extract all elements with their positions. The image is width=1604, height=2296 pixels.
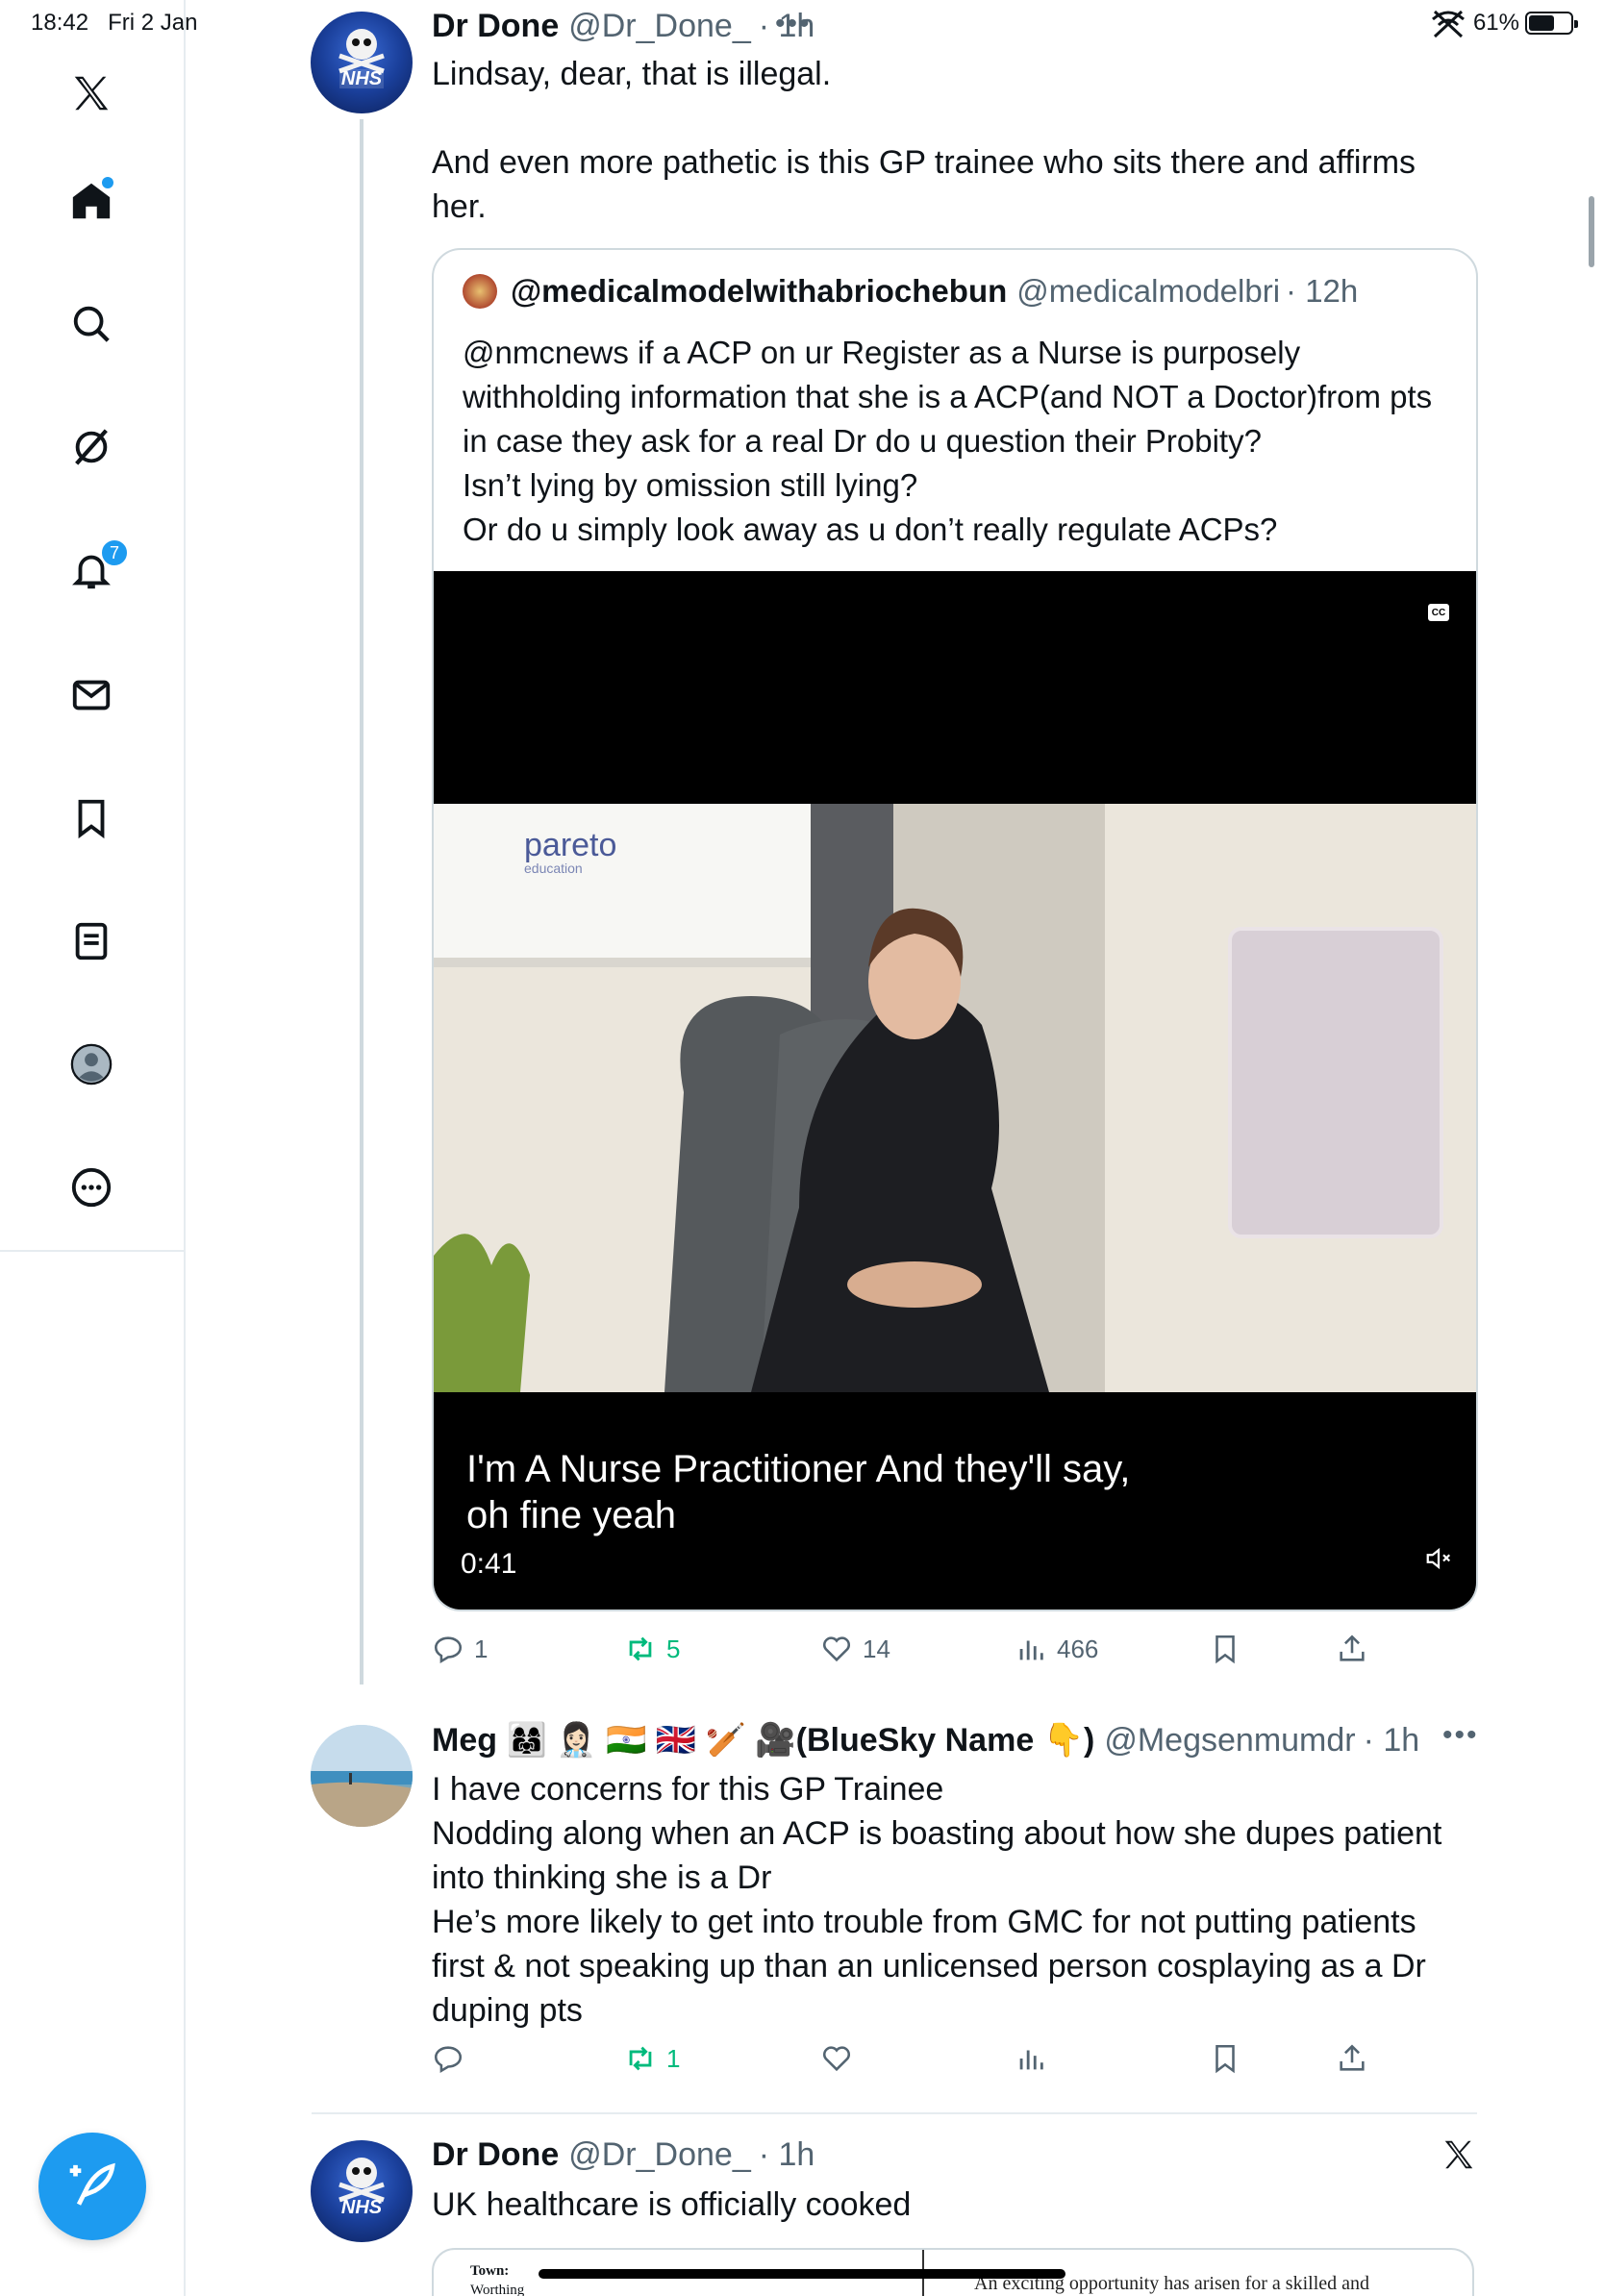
battery-icon bbox=[1525, 12, 1578, 35]
thread-connector-line bbox=[360, 119, 363, 1685]
tweet-header: Dr Done @Dr_Done_ · 1h bbox=[432, 8, 815, 45]
svg-text:NHS: NHS bbox=[341, 2197, 383, 2218]
reply-button[interactable] bbox=[432, 2042, 464, 2075]
bookmark-button[interactable] bbox=[1209, 2042, 1241, 2075]
avatar[interactable] bbox=[311, 1725, 413, 1827]
post-time[interactable]: · 1h bbox=[759, 2136, 815, 2174]
home-indicator[interactable] bbox=[539, 2269, 1065, 2279]
bookmark-button[interactable] bbox=[1209, 1633, 1241, 1665]
tweet-body: I have concerns for this GP Trainee Nodd… bbox=[432, 1771, 1442, 2029]
reply-button[interactable]: 1 bbox=[432, 1633, 488, 1665]
like-button[interactable] bbox=[820, 2042, 853, 2075]
author-name[interactable]: Dr Done bbox=[432, 8, 559, 45]
repost-icon bbox=[629, 2046, 652, 2071]
battery-fill bbox=[1529, 15, 1554, 31]
x-logo-icon[interactable] bbox=[63, 65, 119, 121]
post-time[interactable]: · 1h bbox=[1364, 1722, 1420, 1759]
share-button[interactable] bbox=[1336, 2042, 1368, 2075]
avatar[interactable]: NHS bbox=[311, 2140, 413, 2242]
repost-button[interactable]: 1 bbox=[624, 2042, 680, 2075]
sidebar-divider bbox=[0, 1250, 186, 1252]
author-name[interactable]: Meg 👩‍👩‍👧 👩🏻‍⚕️ 🇮🇳 🇬🇧 🏏 🎥(BlueSky Name 👇… bbox=[432, 1721, 1094, 1759]
tweet-header: Dr Done @Dr_Done_ · 1h bbox=[432, 2136, 815, 2174]
author-handle[interactable]: @Dr_Done_ bbox=[568, 2136, 751, 2174]
like-button[interactable]: 14 bbox=[820, 1633, 890, 1665]
beach-avatar-image bbox=[311, 1725, 413, 1827]
more-options-icon[interactable]: ••• bbox=[775, 8, 812, 40]
author-handle[interactable]: @Dr_Done_ bbox=[568, 8, 751, 45]
quote-author-name: @medicalmodelwithabriochebun bbox=[511, 273, 1008, 309]
heart-icon bbox=[822, 2046, 851, 2072]
views-button[interactable]: 466 bbox=[1015, 1633, 1098, 1665]
share-button[interactable] bbox=[1336, 1633, 1368, 1665]
repost-icon bbox=[629, 1636, 652, 1661]
more-options-icon[interactable]: ••• bbox=[1442, 1719, 1479, 1752]
video-frame: pareto education bbox=[434, 804, 1476, 1392]
views-chart-icon bbox=[1019, 1640, 1043, 1660]
quote-body: @nmcnews if a ACP on ur Register as a Nu… bbox=[463, 335, 1433, 547]
quote-author-handle: @medicalmodelbri bbox=[1016, 273, 1281, 309]
closed-captions-button[interactable]: CC bbox=[1428, 604, 1449, 621]
views-chart-icon bbox=[1019, 2050, 1043, 2070]
reply-icon bbox=[434, 1636, 463, 1664]
quote-time: · 12h bbox=[1286, 273, 1359, 309]
tweet-body: Lindsay, dear, that is illegal. And even… bbox=[432, 56, 1416, 225]
share-icon bbox=[1340, 2044, 1365, 2071]
messages-icon[interactable] bbox=[63, 667, 119, 723]
x-logo-icon bbox=[1441, 2136, 1477, 2178]
mute-toggle[interactable] bbox=[1424, 1544, 1453, 1578]
tweet-header: Meg 👩‍👩‍👧 👩🏻‍⚕️ 🇮🇳 🇬🇧 🏏 🎥(BlueSky Name 👇… bbox=[432, 1721, 1419, 1759]
tweet-body: UK healthcare is officially cooked bbox=[432, 2186, 912, 2223]
battery-percent: 61% bbox=[1472, 10, 1519, 36]
sidebar: 7 bbox=[0, 0, 186, 2296]
svg-text:NHS: NHS bbox=[341, 68, 383, 89]
post-divider bbox=[312, 2112, 1477, 2114]
bookmark-icon bbox=[1216, 2044, 1235, 2074]
avatar[interactable]: NHS bbox=[311, 12, 413, 113]
bookmark-icon bbox=[1216, 1635, 1235, 1664]
lists-icon[interactable] bbox=[63, 913, 119, 969]
image-town-label: Town: Worthing bbox=[470, 2263, 525, 2296]
quoted-post[interactable]: @medicalmodelwithabriochebun @medicalmod… bbox=[432, 248, 1478, 1611]
compose-feather-icon bbox=[69, 2162, 115, 2206]
video-duration: 0:41 bbox=[461, 1548, 517, 1580]
search-icon[interactable] bbox=[63, 296, 119, 352]
repost-button[interactable]: 5 bbox=[624, 1633, 680, 1665]
share-icon bbox=[1340, 1635, 1365, 1661]
author-handle[interactable]: @Megsenmumdr bbox=[1104, 1722, 1355, 1759]
quote-header: @medicalmodelwithabriochebun @medicalmod… bbox=[463, 273, 1358, 310]
reply-icon bbox=[434, 2046, 463, 2074]
bookmarks-icon[interactable] bbox=[63, 790, 119, 846]
status-bar-right: 61% bbox=[1429, 8, 1578, 38]
video-player[interactable]: CC pareto education I'm A Nurse Practiti… bbox=[434, 571, 1476, 1610]
video-caption: I'm A Nurse Practitioner And they'll say… bbox=[466, 1448, 1131, 1536]
skull-nhs-avatar-icon: NHS bbox=[338, 29, 385, 89]
quote-avatar bbox=[463, 274, 497, 309]
grok-icon[interactable] bbox=[63, 419, 119, 475]
skull-nhs-avatar-icon: NHS bbox=[338, 2158, 385, 2218]
no-wifi-icon bbox=[1431, 10, 1465, 38]
scrollbar[interactable] bbox=[1589, 196, 1594, 267]
profile-avatar-icon[interactable] bbox=[63, 1036, 119, 1092]
muted-speaker-icon bbox=[1426, 1547, 1451, 1570]
author-name[interactable]: Dr Done bbox=[432, 2136, 559, 2174]
svg-text:education: education bbox=[524, 861, 583, 876]
notifications-bell-icon[interactable]: 7 bbox=[63, 538, 129, 598]
heart-icon bbox=[822, 1636, 851, 1662]
notifications-badge: 7 bbox=[100, 538, 129, 567]
tweet-action-bar: 1 5 14 466 bbox=[432, 1633, 1393, 1681]
compose-post-button[interactable] bbox=[38, 2133, 146, 2240]
home-unread-dot bbox=[102, 177, 113, 188]
home-icon[interactable] bbox=[63, 173, 119, 229]
more-options-icon[interactable] bbox=[63, 1160, 119, 1215]
views-button[interactable] bbox=[1015, 2042, 1047, 2075]
video-still-image: pareto education bbox=[434, 804, 1476, 1392]
svg-text:pareto: pareto bbox=[524, 827, 616, 863]
tweet-action-bar: 1 bbox=[432, 2042, 1393, 2090]
